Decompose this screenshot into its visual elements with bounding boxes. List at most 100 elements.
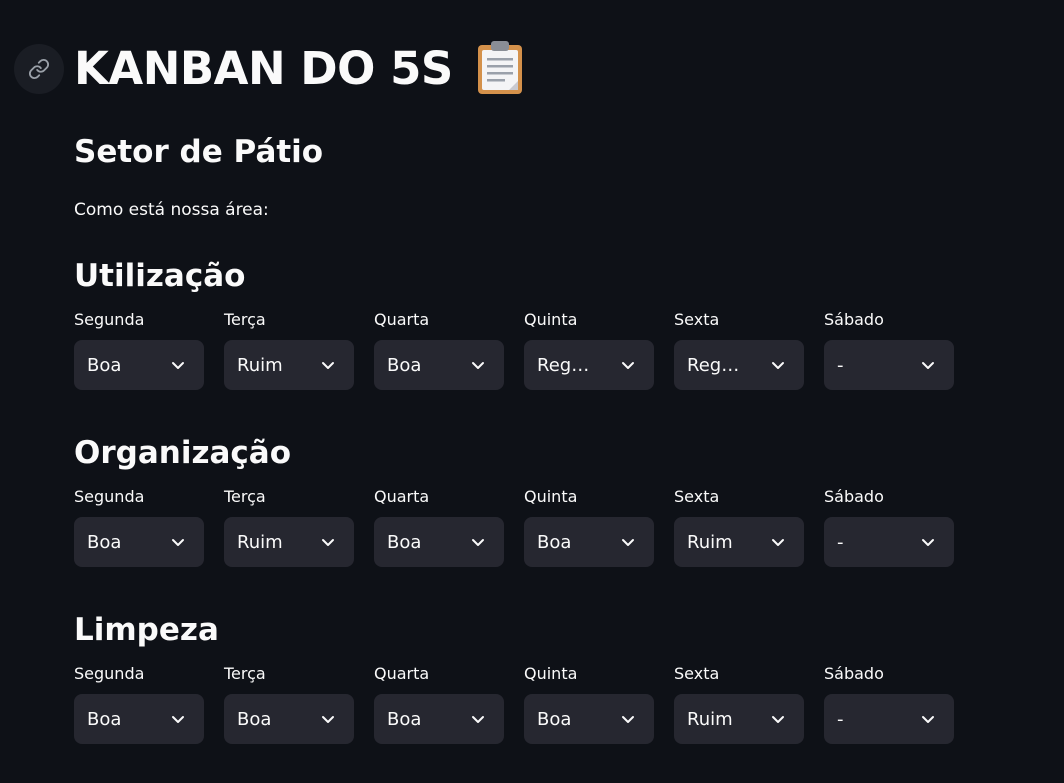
select-value: Boa bbox=[387, 708, 422, 730]
day-field-segunda: Segunda Boa bbox=[74, 664, 204, 744]
chevron-down-icon bbox=[172, 362, 184, 369]
chevron-down-icon bbox=[922, 716, 934, 723]
sector-subtitle: Setor de Pátio bbox=[74, 134, 324, 170]
day-label: Segunda bbox=[74, 310, 145, 329]
day-label: Segunda bbox=[74, 487, 145, 506]
chevron-down-icon bbox=[922, 539, 934, 546]
day-label: Quinta bbox=[524, 310, 578, 329]
select-value: Boa bbox=[387, 531, 422, 553]
day-label: Sexta bbox=[674, 487, 720, 506]
select-value: Boa bbox=[537, 531, 572, 553]
chevron-down-icon bbox=[622, 716, 634, 723]
day-select[interactable]: Reg… bbox=[674, 340, 804, 390]
day-label: Quinta bbox=[524, 487, 578, 506]
day-selects-row: Segunda Boa Terça Boa Quarta Boa Quinta … bbox=[74, 664, 974, 744]
day-field-sabado: Sábado - bbox=[824, 664, 954, 744]
select-value: - bbox=[837, 531, 844, 553]
chevron-down-icon bbox=[172, 716, 184, 723]
chevron-down-icon bbox=[622, 362, 634, 369]
select-value: - bbox=[837, 708, 844, 730]
day-field-quinta: Quinta Boa bbox=[524, 487, 654, 567]
select-value: Ruim bbox=[687, 531, 733, 553]
day-field-sabado: Sábado - bbox=[824, 310, 954, 390]
page: KANBAN DO 5S Setor de Pátio Como está no… bbox=[0, 0, 1064, 783]
day-select[interactable]: Boa bbox=[74, 340, 204, 390]
day-select[interactable]: Boa bbox=[74, 517, 204, 567]
day-selects-row: Segunda Boa Terça Ruim Quarta Boa Quinta… bbox=[74, 310, 974, 390]
day-select[interactable]: Ruim bbox=[224, 340, 354, 390]
day-field-sexta: Sexta Ruim bbox=[674, 487, 804, 567]
select-value: Ruim bbox=[687, 708, 733, 730]
day-select[interactable]: - bbox=[824, 694, 954, 744]
chevron-down-icon bbox=[472, 716, 484, 723]
day-select[interactable]: Boa bbox=[74, 694, 204, 744]
day-field-segunda: Segunda Boa bbox=[74, 487, 204, 567]
day-select[interactable]: Ruim bbox=[674, 694, 804, 744]
day-field-quinta: Quinta Reg… bbox=[524, 310, 654, 390]
select-value: Boa bbox=[87, 708, 122, 730]
day-field-terca: Terça Ruim bbox=[224, 487, 354, 567]
day-field-quinta: Quinta Boa bbox=[524, 664, 654, 744]
chevron-down-icon bbox=[622, 539, 634, 546]
day-select[interactable]: Reg… bbox=[524, 340, 654, 390]
day-select[interactable]: Boa bbox=[524, 694, 654, 744]
select-value: Ruim bbox=[237, 531, 283, 553]
area-caption: Como está nossa área: bbox=[74, 200, 269, 220]
day-select[interactable]: Ruim bbox=[674, 517, 804, 567]
chevron-down-icon bbox=[322, 716, 334, 723]
day-field-quarta: Quarta Boa bbox=[374, 664, 504, 744]
select-value: Ruim bbox=[237, 354, 283, 376]
title-row: KANBAN DO 5S bbox=[74, 36, 523, 102]
select-value: Boa bbox=[537, 708, 572, 730]
day-field-quarta: Quarta Boa bbox=[374, 487, 504, 567]
header-anchor-link-button[interactable] bbox=[14, 44, 64, 94]
day-select[interactable]: Boa bbox=[374, 517, 504, 567]
day-field-sexta: Sexta Reg… bbox=[674, 310, 804, 390]
chevron-down-icon bbox=[772, 716, 784, 723]
clipboard-icon bbox=[477, 41, 522, 94]
day-field-terca: Terça Ruim bbox=[224, 310, 354, 390]
day-label: Sábado bbox=[824, 310, 884, 329]
select-value: Reg… bbox=[687, 354, 740, 376]
day-label: Terça bbox=[224, 664, 266, 683]
section-organizacao: Organização Segunda Boa Terça Ruim Quart… bbox=[74, 431, 1034, 567]
chevron-down-icon bbox=[172, 539, 184, 546]
day-label: Sábado bbox=[824, 664, 884, 683]
select-value: - bbox=[837, 354, 844, 376]
link-icon bbox=[28, 58, 50, 80]
day-select[interactable]: Ruim bbox=[224, 517, 354, 567]
section-limpeza: Limpeza Segunda Boa Terça Boa Quarta Boa… bbox=[74, 608, 1034, 744]
chevron-down-icon bbox=[922, 362, 934, 369]
chevron-down-icon bbox=[322, 539, 334, 546]
day-field-terca: Terça Boa bbox=[224, 664, 354, 744]
day-label: Sábado bbox=[824, 487, 884, 506]
page-title: KANBAN DO 5S bbox=[74, 42, 453, 95]
chevron-down-icon bbox=[772, 539, 784, 546]
chevron-down-icon bbox=[322, 362, 334, 369]
day-field-sexta: Sexta Ruim bbox=[674, 664, 804, 744]
day-label: Quarta bbox=[374, 310, 430, 329]
chevron-down-icon bbox=[772, 362, 784, 369]
day-label: Sexta bbox=[674, 664, 720, 683]
section-title: Organização bbox=[74, 435, 291, 471]
day-label: Sexta bbox=[674, 310, 720, 329]
day-selects-row: Segunda Boa Terça Ruim Quarta Boa Quinta… bbox=[74, 487, 974, 567]
day-label: Terça bbox=[224, 310, 266, 329]
select-value: Boa bbox=[387, 354, 422, 376]
day-select[interactable]: - bbox=[824, 517, 954, 567]
day-field-sabado: Sábado - bbox=[824, 487, 954, 567]
day-select[interactable]: Boa bbox=[374, 694, 504, 744]
select-value: Boa bbox=[237, 708, 272, 730]
day-select[interactable]: Boa bbox=[524, 517, 654, 567]
chevron-down-icon bbox=[472, 539, 484, 546]
select-value: Boa bbox=[87, 531, 122, 553]
day-field-quarta: Quarta Boa bbox=[374, 310, 504, 390]
day-select[interactable]: - bbox=[824, 340, 954, 390]
section-title: Utilização bbox=[74, 258, 246, 294]
day-select[interactable]: Boa bbox=[374, 340, 504, 390]
chevron-down-icon bbox=[472, 362, 484, 369]
section-title: Limpeza bbox=[74, 612, 219, 648]
day-label: Quarta bbox=[374, 487, 430, 506]
day-label: Quinta bbox=[524, 664, 578, 683]
day-select[interactable]: Boa bbox=[224, 694, 354, 744]
